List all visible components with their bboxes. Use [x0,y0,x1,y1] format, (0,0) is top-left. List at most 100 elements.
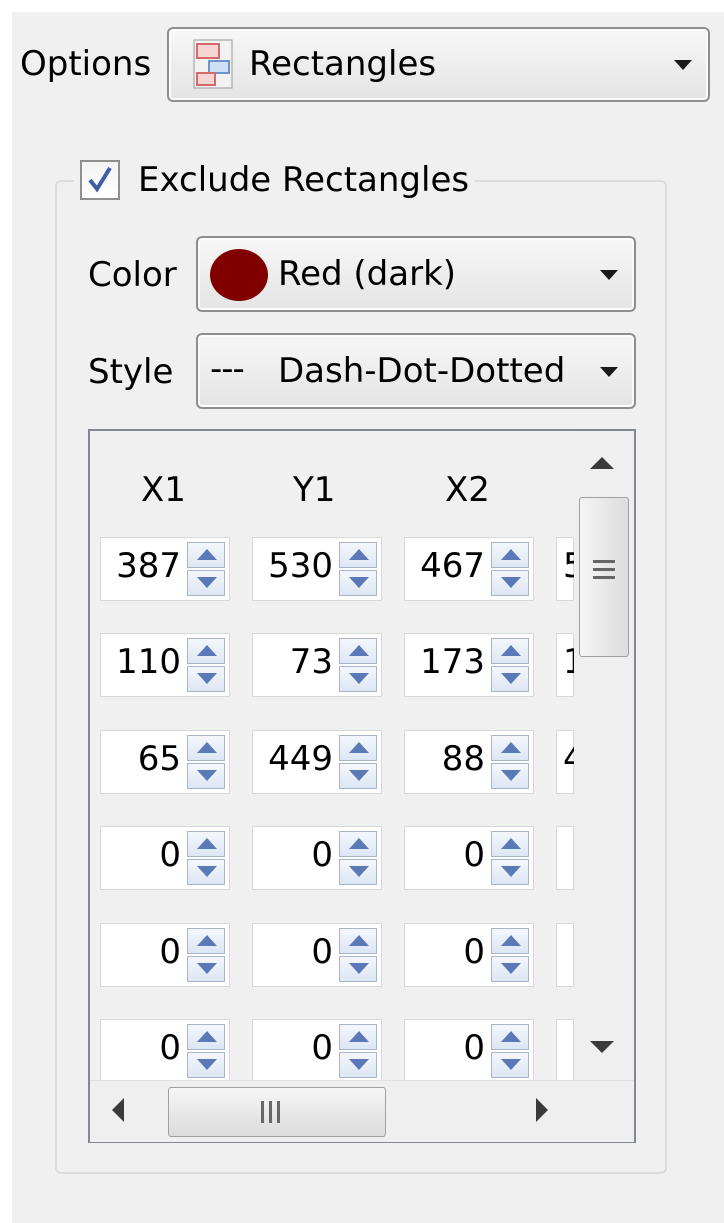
arrow-up-icon [349,742,369,753]
table-cell-partial[interactable] [556,826,574,890]
spin-up-button[interactable] [187,735,225,761]
horizontal-scroll-thumb[interactable] [168,1087,386,1137]
spin-down-button[interactable] [491,859,529,885]
arrow-down-icon [501,963,521,974]
spinbox[interactable]: 0 [404,923,534,987]
arrow-down-icon [501,770,521,781]
spin-down-button[interactable] [187,666,225,692]
spinbox-value: 0 [311,835,333,875]
spinbox[interactable]: 387 [100,537,230,601]
spin-up-button[interactable] [187,542,225,568]
spin-up-button[interactable] [339,1024,377,1050]
spinbox[interactable]: 0 [100,923,230,987]
table-cell-partial[interactable]: 4 [556,730,575,794]
spin-up-button[interactable] [491,831,529,857]
spinbox-value: 387 [116,546,181,586]
spinbox[interactable]: 449 [252,730,382,794]
spin-down-button[interactable] [491,763,529,789]
arrow-up-icon [349,549,369,560]
spinbox[interactable]: 0 [100,826,230,890]
arrow-up-icon [197,549,217,560]
horizontal-scrollbar[interactable] [90,1080,634,1142]
spinbox[interactable]: 88 [404,730,534,794]
spin-up-button[interactable] [339,831,377,857]
spin-down-button[interactable] [339,666,377,692]
color-label: Color [88,255,177,295]
table-cell-partial[interactable]: 5 [556,537,575,601]
style-combobox[interactable]: --- Dash-Dot-Dotted [196,333,636,409]
spinbox-value: 0 [311,1028,333,1068]
spin-buttons [187,735,225,789]
spinbox[interactable]: 0 [252,923,382,987]
spin-buttons [491,735,529,789]
spin-up-button[interactable] [339,638,377,664]
table-cell-partial[interactable]: 1 [556,633,575,697]
table-cell-partial[interactable] [556,923,574,987]
spin-down-button[interactable] [339,763,377,789]
scroll-down-arrow-icon[interactable] [590,1041,614,1053]
spinbox[interactable]: 73 [252,633,382,697]
spinbox[interactable]: 65 [100,730,230,794]
spinbox-value: 0 [463,835,485,875]
spin-buttons [339,831,377,885]
spinbox[interactable]: 0 [252,1019,382,1083]
arrow-up-icon [501,935,521,946]
spinbox-value: 0 [159,932,181,972]
spin-down-button[interactable] [491,956,529,982]
spinbox[interactable]: 530 [252,537,382,601]
spinbox[interactable]: 173 [404,633,534,697]
spin-down-button[interactable] [491,666,529,692]
spin-up-button[interactable] [491,928,529,954]
arrow-down-icon [197,770,217,781]
arrow-down-icon [349,1059,369,1070]
table-cell-partial[interactable] [556,1019,574,1083]
spin-up-button[interactable] [491,638,529,664]
scroll-up-arrow-icon[interactable] [590,457,614,469]
spin-up-button[interactable] [339,735,377,761]
spin-up-button[interactable] [187,1024,225,1050]
spin-up-button[interactable] [187,638,225,664]
vertical-scrollbar[interactable] [574,431,634,1079]
spinbox[interactable]: 467 [404,537,534,601]
spin-up-button[interactable] [491,542,529,568]
spinbox[interactable]: 0 [404,826,534,890]
spin-up-button[interactable] [339,542,377,568]
spin-up-button[interactable] [491,1024,529,1050]
spin-down-button[interactable] [491,570,529,596]
options-combobox[interactable]: Rectangles [167,27,710,102]
vertical-scroll-thumb[interactable] [579,497,629,657]
spinbox[interactable]: 0 [404,1019,534,1083]
spin-down-button[interactable] [339,1052,377,1078]
spin-down-button[interactable] [187,570,225,596]
spin-up-button[interactable] [339,928,377,954]
spin-up-button[interactable] [187,831,225,857]
spin-down-button[interactable] [187,1052,225,1078]
spin-down-button[interactable] [339,859,377,885]
spin-buttons [491,831,529,885]
color-swatch [210,249,268,301]
spin-up-button[interactable] [491,735,529,761]
spinbox-value: 88 [441,739,485,779]
spinbox-value: 0 [463,932,485,972]
spin-buttons [187,542,225,596]
spin-down-button[interactable] [187,956,225,982]
spin-buttons [491,1024,529,1078]
color-combobox[interactable]: Red (dark) [196,236,636,312]
spinbox-value: 467 [420,546,485,586]
spinbox[interactable]: 0 [100,1019,230,1083]
column-header-x1: X1 [141,470,186,510]
spinbox[interactable]: 110 [100,633,230,697]
scroll-right-arrow-icon[interactable] [536,1098,548,1122]
spin-buttons [339,542,377,596]
exclude-rectangles-checkbox[interactable] [80,160,120,200]
column-header-x2: X2 [445,470,490,510]
spin-down-button[interactable] [187,859,225,885]
spin-down-button[interactable] [491,1052,529,1078]
spin-down-button[interactable] [339,570,377,596]
arrow-up-icon [349,935,369,946]
spinbox[interactable]: 0 [252,826,382,890]
scroll-left-arrow-icon[interactable] [112,1098,124,1122]
spin-up-button[interactable] [187,928,225,954]
spin-down-button[interactable] [187,763,225,789]
spin-down-button[interactable] [339,956,377,982]
